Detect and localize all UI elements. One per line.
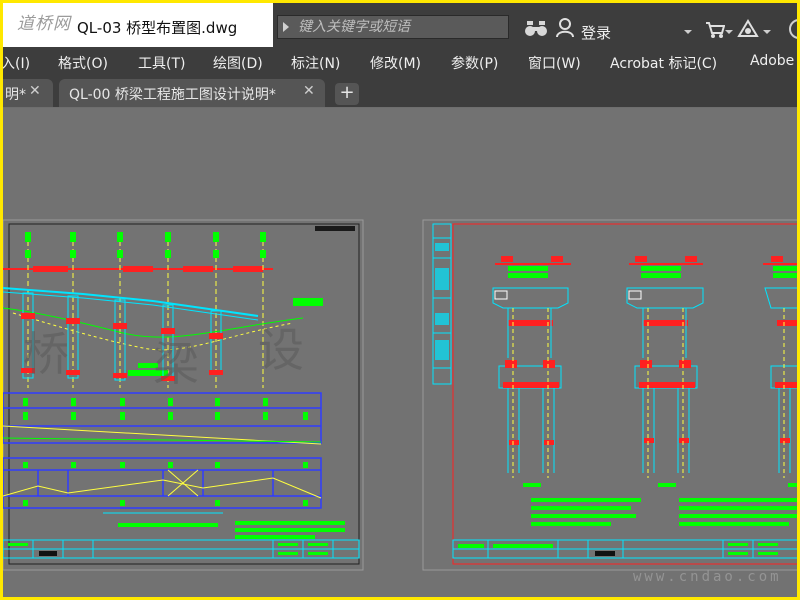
user-icon[interactable]: [555, 18, 575, 38]
tab-design-notes-partial[interactable]: 明* ✕: [3, 79, 53, 107]
login-dropdown-icon[interactable]: [684, 30, 692, 34]
menu-modify[interactable]: 修改(M): [370, 53, 421, 73]
menu-parameters[interactable]: 参数(P): [451, 53, 498, 73]
search-expand-icon[interactable]: [283, 22, 289, 32]
menu-acrobat-markup[interactable]: Acrobat 标记(C): [610, 53, 717, 73]
menu-bar: 入(I) 格式(O) 工具(T) 绘图(D) 标注(N) 修改(M) 参数(P)…: [3, 47, 797, 75]
tab-label: QL-00 桥梁工程施工图设计说明*: [69, 87, 276, 103]
exchange-dropdown-icon[interactable]: [763, 30, 771, 34]
cart-dropdown-icon[interactable]: [725, 30, 733, 34]
search-input[interactable]: [298, 16, 503, 38]
document-tab-bar: 明* ✕ QL-00 桥梁工程施工图设计说明* ✕ +: [3, 75, 797, 180]
tab-ql00-design-notes[interactable]: QL-00 桥梁工程施工图设计说明* ✕: [59, 79, 325, 107]
menu-tools[interactable]: 工具(T): [138, 53, 185, 73]
svg-text:桥: 桥: [23, 327, 69, 381]
site-watermark: www.cndao.com: [633, 569, 782, 585]
plus-icon: +: [339, 82, 355, 103]
binoculars-icon[interactable]: [525, 19, 547, 37]
login-button[interactable]: 登录: [581, 22, 611, 43]
sheet-pier-details[interactable]: [422, 219, 800, 571]
cad-drawing[interactable]: 桥 梁 设: [3, 108, 800, 600]
close-icon[interactable]: ✕: [29, 83, 41, 99]
menu-format[interactable]: 格式(O): [58, 53, 108, 73]
document-title: QL-03 桥型布置图.dwg: [77, 19, 238, 37]
close-icon[interactable]: ✕: [303, 83, 315, 99]
exchange-icon[interactable]: [737, 19, 759, 39]
menu-draw[interactable]: 绘图(D): [213, 53, 263, 73]
menu-dimension[interactable]: 标注(N): [291, 53, 340, 73]
drawing-canvas[interactable]: 桥 梁 设: [3, 108, 800, 600]
tab-label: 明*: [5, 87, 26, 103]
application-window: 道桥网 QL-03 桥型布置图.dwg 登录: [0, 0, 800, 600]
logo-area: 道桥网 QL-03 桥型布置图.dwg: [3, 3, 273, 47]
svg-text:设: 设: [258, 323, 304, 377]
logo-watermark: 道桥网: [17, 14, 71, 34]
svg-text:梁: 梁: [153, 337, 199, 391]
new-tab-button[interactable]: +: [335, 83, 359, 105]
cart-icon[interactable]: [705, 21, 725, 39]
menu-insert[interactable]: 入(I): [3, 53, 30, 73]
sheet-bridge-layout[interactable]: 桥 梁 设: [3, 219, 364, 571]
menu-window[interactable]: 窗口(W): [528, 53, 581, 73]
title-bar: 道桥网 QL-03 桥型布置图.dwg 登录: [3, 3, 797, 47]
menu-adobe[interactable]: Adobe: [750, 53, 794, 69]
